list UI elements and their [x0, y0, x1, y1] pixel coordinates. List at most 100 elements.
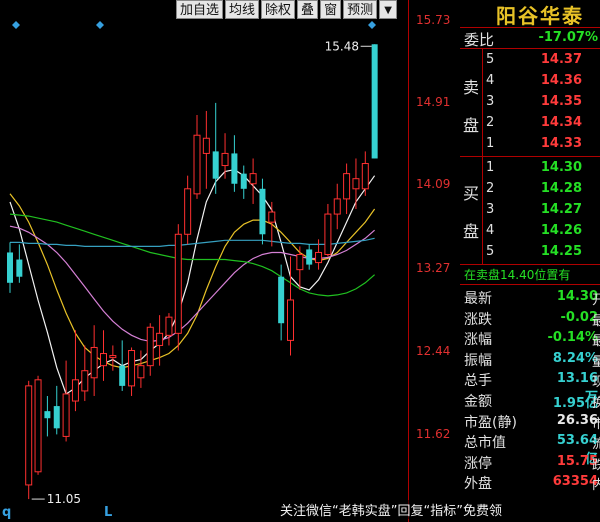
stat-value: 1.95亿 — [552, 396, 598, 411]
weibi-value: -17.07% — [538, 30, 598, 45]
stat-value: -0.02 — [560, 309, 598, 325]
sell-level-row[interactable]: 2 14.34 — [460, 113, 600, 133]
stat-extra-label: 最 — [592, 313, 600, 329]
bottom-label: q — [2, 505, 11, 520]
kline-chart[interactable]: 15.48 11.05 q L 加自选 均线 除权 叠 窗 预测 ▼ — [0, 0, 412, 522]
buy-level-number: 2 — [486, 181, 495, 196]
price-tick: 11.62 — [416, 427, 451, 441]
stat-extra-label: 市 — [592, 416, 600, 432]
buy-level-row[interactable]: 4 14.26 — [460, 221, 600, 241]
moving-average-button[interactable]: 均线 — [225, 0, 260, 19]
footer-watermark: 关注微信“老韩实盘”回复“指标”免费领 — [278, 500, 504, 519]
price-tick: 12.44 — [416, 344, 451, 358]
candle-body — [193, 134, 201, 195]
candle-body — [174, 233, 182, 334]
candle-body — [53, 406, 60, 429]
position-note: 在卖盘14.40位置有 — [464, 268, 571, 282]
event-marker-icon — [12, 21, 20, 29]
candle-body — [249, 173, 257, 185]
stat-label: 涨幅 — [464, 332, 492, 349]
sell-level-row[interactable]: 5 14.37 — [460, 50, 600, 70]
buy-level-number: 3 — [486, 202, 495, 217]
candle-body — [315, 251, 323, 264]
stat-row: 涨跌 -0.02 最 — [460, 308, 600, 329]
candle-body — [202, 137, 210, 154]
stat-value: 26.36 — [556, 412, 598, 428]
sell-level-row[interactable]: 3 14.35 — [460, 92, 600, 112]
moving-average-line — [9, 193, 376, 369]
stat-label: 总手 — [464, 373, 492, 390]
stat-value: 15.75 — [556, 453, 598, 469]
buy-level-row[interactable]: 3 14.27 — [460, 200, 600, 220]
stat-row: 市盈(静) 26.36 市 — [460, 411, 600, 432]
sell-level-number: 5 — [486, 52, 495, 67]
stock-name: 阳谷华泰 — [496, 4, 584, 28]
candle-body — [7, 252, 13, 283]
sell-level-number: 4 — [486, 73, 495, 88]
dropdown-arrow-icon[interactable]: ▼ — [379, 0, 398, 19]
candle-body — [361, 163, 369, 190]
sell-level-row[interactable]: 1 14.33 — [460, 134, 600, 154]
sell-level-price: 14.36 — [540, 73, 582, 88]
candle-body — [278, 276, 285, 324]
stat-extra-label: 流 — [592, 437, 600, 453]
moving-average-line — [9, 168, 376, 395]
candle-body — [34, 379, 42, 473]
candle-body — [268, 211, 276, 223]
stat-extra-label: 量 — [592, 354, 600, 370]
sell-level-row[interactable]: 4 14.36 — [460, 71, 600, 91]
ex-rights-button[interactable]: 除权 — [261, 0, 296, 19]
stat-value: -0.14% — [547, 330, 599, 346]
panel-divider — [460, 284, 600, 285]
sell-level-price: 14.35 — [540, 94, 582, 109]
panel-divider — [460, 156, 600, 157]
panel-divider — [460, 264, 600, 265]
candle-body — [259, 188, 266, 235]
candle-body — [184, 188, 192, 235]
candle-body — [221, 152, 229, 167]
stat-label: 外盘 — [464, 476, 492, 493]
candlestick-chart-svg[interactable]: 15.48 11.05 q L — [0, 0, 408, 522]
candle-body — [324, 213, 332, 255]
price-tick: 15.73 — [416, 13, 451, 27]
sell-level-number: 1 — [486, 136, 495, 151]
candle-body — [146, 326, 154, 367]
sell-level-number: 3 — [486, 94, 495, 109]
candle-body — [119, 365, 126, 386]
buy-level-number: 5 — [486, 244, 495, 259]
buy-level-price: 14.26 — [540, 223, 582, 238]
stat-extra-label: 开 — [592, 293, 600, 308]
buy-level-row[interactable]: 2 14.28 — [460, 179, 600, 199]
sell-level-price: 14.34 — [540, 115, 582, 130]
stat-value: 14.30 — [556, 289, 598, 304]
candle-body — [137, 365, 145, 379]
buy-level-number: 1 — [486, 160, 495, 175]
stat-row: 涨停 15.75 跌 — [460, 452, 600, 473]
stat-extra-label: 现 — [592, 375, 600, 391]
buy-level-row[interactable]: 5 14.25 — [460, 242, 600, 262]
candle-body — [62, 393, 70, 437]
candle-body — [100, 353, 107, 367]
weibi-label: 委比 — [464, 31, 495, 49]
window-button[interactable]: 窗 — [320, 0, 342, 19]
stat-value: 8.24% — [552, 350, 598, 366]
candle-body — [90, 346, 98, 379]
panel-divider — [460, 48, 600, 49]
candle-body — [44, 411, 51, 419]
weibi-row: 委比 -17.07% — [460, 28, 600, 49]
max-price-label: 15.48 — [325, 39, 359, 53]
event-marker-icon — [368, 21, 376, 29]
chart-toolbar: 加自选 均线 除权 叠 窗 预测 ▼ — [176, 0, 399, 20]
forecast-button[interactable]: 预测 — [343, 0, 378, 19]
price-tick: 14.91 — [416, 95, 451, 109]
add-to-watchlist-button[interactable]: 加自选 — [176, 0, 224, 19]
stat-row: 外盘 63354 内 — [460, 472, 600, 493]
stat-row: 涨幅 -0.14% 最 — [460, 328, 600, 349]
buy-level-row[interactable]: 1 14.30 — [460, 158, 600, 178]
moving-average-line — [10, 237, 375, 247]
candle-body — [231, 153, 238, 184]
candle-body — [71, 379, 79, 402]
overlay-button[interactable]: 叠 — [297, 0, 319, 19]
stat-label: 涨停 — [464, 455, 492, 472]
candle-body — [81, 370, 89, 392]
